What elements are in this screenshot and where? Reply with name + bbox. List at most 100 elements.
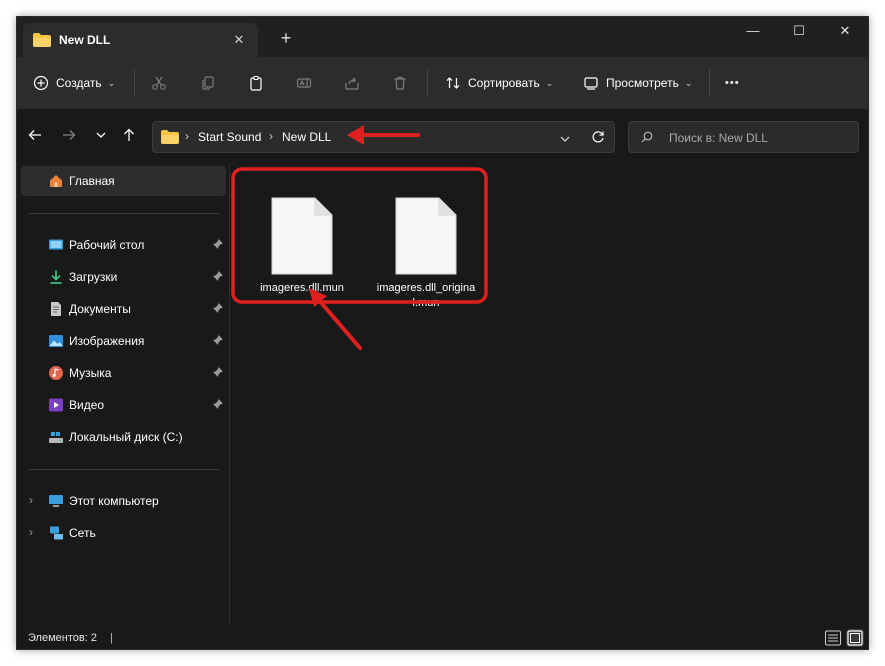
view-button[interactable]: Просмотреть ⌄ [583,69,692,97]
file-item[interactable]: imageres.dll_original.mun [376,197,476,311]
sidebar-item-video[interactable]: Видео [21,390,226,420]
up-button[interactable] [117,123,141,147]
chevron-right-icon[interactable]: › [29,525,33,539]
status-bar: Элементов: 2 | [17,625,868,649]
network-icon [50,526,63,540]
chevron-down-icon [96,132,106,138]
breadcrumb-separator: › [269,129,273,143]
rename-icon [296,78,312,88]
file-item[interactable]: imageres.dll.mun [252,197,352,296]
breadcrumb-separator: › [185,129,189,143]
back-button[interactable] [23,123,47,147]
downloads-icon [50,270,62,284]
breadcrumb-start-sound[interactable]: Start Sound [198,130,261,144]
arrow-left-icon [28,130,41,140]
details-view-icon [825,630,841,646]
sidebar-item-label: Изображения [69,334,145,348]
refresh-icon[interactable] [591,130,605,144]
view-label: Просмотреть [606,76,679,90]
music-icon [49,366,63,380]
scissors-icon [152,76,166,90]
home-icon [50,175,62,187]
more-options-button[interactable]: ••• [725,69,740,97]
tab-new-dll[interactable]: New DLL ✕ [23,23,258,57]
clipboard-icon [250,75,262,91]
pictures-icon [49,335,63,347]
sidebar-item-desktop[interactable]: Рабочий стол [21,230,226,260]
navigation-bar: › Start Sound › New DLL Поиск в: New DLL [17,109,868,163]
folder-icon [161,130,179,144]
status-divider: | [110,632,113,644]
share-button[interactable] [344,69,360,97]
sidebar-item-this-pc[interactable]: › Этот компьютер [21,486,226,516]
toolbar-divider [134,69,135,97]
chevron-right-icon[interactable]: › [29,493,33,507]
details-view-button[interactable] [824,629,842,647]
item-count: Элементов: 2 [28,632,97,644]
folder-icon [33,33,51,47]
create-button[interactable]: Создать ⌄ [33,69,115,97]
sidebar-item-local-disk[interactable]: Локальный диск (C:) [21,422,226,452]
sidebar-divider [29,469,219,470]
tab-title: New DLL [59,33,111,47]
sidebar-item-pictures[interactable]: Изображения [21,326,226,356]
sidebar-item-label: Загрузки [69,270,118,284]
sidebar-item-label: Видео [69,398,105,412]
search-placeholder: Поиск в: New DLL [669,131,768,145]
more-icon: ••• [725,77,740,89]
new-tab-button[interactable]: + [275,27,297,49]
create-label: Создать [56,76,102,90]
documents-icon [51,302,61,316]
address-bar[interactable]: › Start Sound › New DLL [152,121,615,153]
large-icons-view-icon [847,630,863,646]
sidebar-item-music[interactable]: Музыка [21,358,226,388]
sidebar-item-label: Локальный диск (C:) [69,430,183,444]
recent-locations-button[interactable] [89,123,113,147]
title-bar: New DLL ✕ + — ☐ ✕ [17,17,868,57]
sidebar-item-downloads[interactable]: Загрузки [21,262,226,292]
navigation-pane: Главная Рабочий стол Загрузки Документы [17,163,230,625]
chevron-down-icon[interactable] [559,133,571,145]
toolbar-divider [427,69,428,97]
sidebar-divider [29,213,219,214]
file-name: imageres.dll.mun [260,282,344,294]
sidebar-item-label: Рабочий стол [69,238,145,252]
file-name: imageres.dll_original.mun [376,282,476,309]
pin-icon [213,367,223,377]
sidebar-item-label: Главная [69,174,115,188]
search-box[interactable]: Поиск в: New DLL [628,121,859,153]
minimize-button[interactable]: — [730,17,776,47]
sidebar-item-label: Документы [69,302,131,316]
sidebar-item-home[interactable]: Главная [21,166,226,196]
chevron-down-icon: ⌄ [545,77,554,88]
cut-button[interactable] [151,69,167,97]
trash-icon [394,76,406,90]
copy-button[interactable] [200,69,216,97]
delete-button[interactable] [392,69,408,97]
toolbar-divider [709,69,710,97]
forward-button[interactable] [57,123,81,147]
large-icons-view-button[interactable] [846,629,864,647]
arrow-up-icon [124,128,134,141]
file-icon [271,197,333,275]
video-icon [49,398,63,412]
tab-close-icon[interactable]: ✕ [228,29,250,51]
maximize-button[interactable]: ☐ [776,17,822,47]
pin-icon [213,239,223,249]
sort-button[interactable]: Сортировать ⌄ [445,69,553,97]
breadcrumb-new-dll[interactable]: New DLL [282,130,331,144]
paste-button[interactable] [248,69,264,97]
search-icon [641,131,653,143]
pin-icon [213,271,223,281]
sidebar-item-documents[interactable]: Документы [21,294,226,324]
file-icon [395,197,457,275]
close-window-button[interactable]: ✕ [822,17,868,47]
sidebar-item-network[interactable]: › Сеть [21,518,226,548]
drive-icon [49,432,63,443]
chevron-down-icon: ⌄ [107,77,116,88]
share-icon [345,77,359,90]
sort-icon [446,77,460,89]
sort-label: Сортировать [468,76,540,90]
rename-button[interactable] [296,69,312,97]
computer-icon [49,495,63,507]
